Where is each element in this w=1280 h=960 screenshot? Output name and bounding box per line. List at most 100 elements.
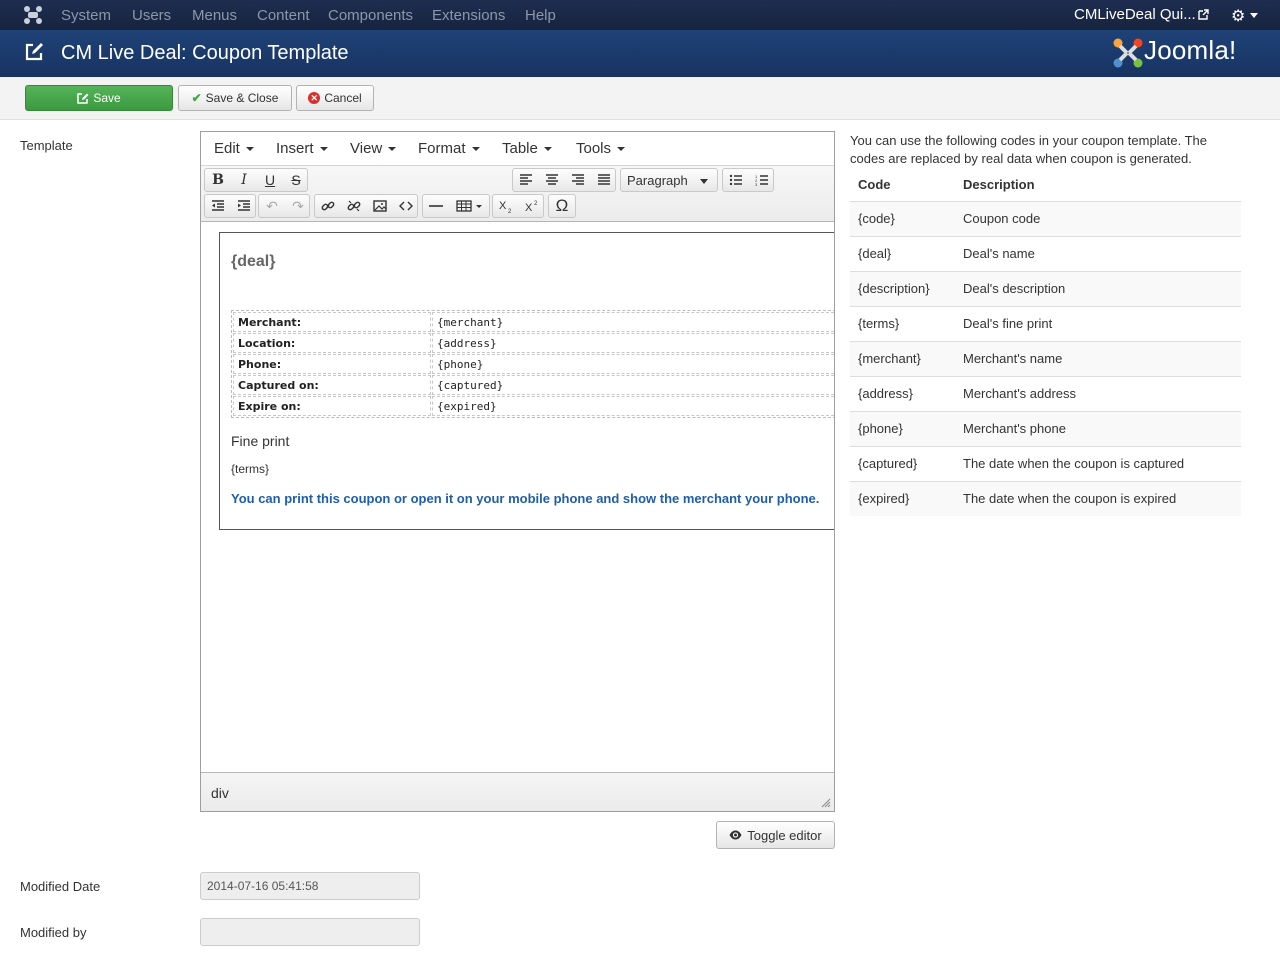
menu-label: Tools xyxy=(576,140,612,157)
chevron-down-icon[interactable] xyxy=(1250,13,1258,18)
chevron-down-icon xyxy=(543,147,552,152)
table-row: Location: {address} xyxy=(233,333,834,353)
chevron-down-icon xyxy=(700,179,708,184)
horizontal-rule-icon[interactable] xyxy=(423,195,449,217)
editor-content[interactable]: {deal} Merchant: {merchant} Location: {add… xyxy=(201,222,834,772)
underline-icon[interactable]: U xyxy=(257,169,283,191)
chevron-down-icon xyxy=(617,147,626,152)
resize-handle-icon[interactable] xyxy=(821,798,831,808)
nav-content[interactable]: Content xyxy=(257,7,310,24)
table-row: Phone: {phone} xyxy=(233,354,834,374)
bold-icon[interactable]: B xyxy=(205,169,231,191)
redo-icon[interactable]: ↷ xyxy=(285,195,311,217)
code-cell: {merchant} xyxy=(850,340,955,376)
code-cell: {code} xyxy=(850,200,955,236)
align-center-icon[interactable] xyxy=(539,169,565,191)
editor-menu-format[interactable]: Format xyxy=(418,140,480,157)
joomla-icon[interactable] xyxy=(22,5,44,25)
code-icon[interactable] xyxy=(393,195,419,217)
indent-icon[interactable] xyxy=(231,195,257,217)
description-header: Description xyxy=(955,168,1241,202)
template-editor[interactable]: Edit Insert View Format Table Tools B I … xyxy=(200,131,835,812)
table-row: {captured} The date when the coupon is ca… xyxy=(850,445,1241,481)
modified-by-field[interactable] xyxy=(200,918,420,946)
svg-text:X: X xyxy=(499,200,507,212)
terms-placeholder: {terms} xyxy=(231,462,270,476)
table-row: Expire on: {expired} xyxy=(233,396,834,416)
description-cell: Merchant's phone xyxy=(955,410,1241,446)
svg-text:X: X xyxy=(525,202,533,213)
description-cell: The date when the coupon is captured xyxy=(955,445,1241,481)
unlink-icon[interactable] xyxy=(341,195,367,217)
element-path[interactable]: div xyxy=(211,785,229,801)
link-icon[interactable] xyxy=(315,195,341,217)
code-cell: {description} xyxy=(850,270,955,306)
edit-icon xyxy=(25,43,43,61)
history-group: ↶ ↷ xyxy=(258,194,310,218)
editor-menu-edit[interactable]: Edit xyxy=(214,140,254,157)
align-right-icon[interactable] xyxy=(565,169,591,191)
italic-icon[interactable]: I xyxy=(231,169,257,191)
strikethrough-icon[interactable]: S xyxy=(283,169,309,191)
block-format-select[interactable]: Paragraph xyxy=(620,168,718,192)
help-intro: You can use the following codes in your … xyxy=(850,133,1208,166)
table-row: {description} Deal's description xyxy=(850,270,1241,306)
image-icon[interactable] xyxy=(367,195,393,217)
cancel-button[interactable]: ✕ Cancel xyxy=(296,85,374,111)
list-group: 123 xyxy=(722,168,774,192)
code-cell: {captured} xyxy=(850,445,955,481)
toggle-editor-button[interactable]: Toggle editor xyxy=(716,821,835,849)
coupon-key: Location: xyxy=(233,333,431,353)
undo-icon[interactable]: ↶ xyxy=(259,195,285,217)
save-close-label: Save & Close xyxy=(205,91,279,105)
editor-menu-table[interactable]: Table xyxy=(502,140,552,157)
numbered-list-icon[interactable]: 123 xyxy=(749,169,775,191)
description-cell: Coupon code xyxy=(955,200,1241,236)
cancel-label: Cancel xyxy=(324,91,362,105)
menu-label: Edit xyxy=(214,140,240,157)
description-cell: Deal's name xyxy=(955,235,1241,271)
save-label: Save xyxy=(93,91,121,105)
nav-system[interactable]: System xyxy=(61,7,111,24)
gear-icon[interactable]: ⚙ xyxy=(1231,6,1245,26)
nav-users[interactable]: Users xyxy=(132,7,171,24)
align-justify-icon[interactable] xyxy=(591,169,617,191)
nav-components[interactable]: Components xyxy=(328,7,413,24)
svg-text:2: 2 xyxy=(534,201,538,207)
save-close-button[interactable]: ✔ Save & Close xyxy=(178,85,292,111)
outdent-icon[interactable] xyxy=(205,195,231,217)
insert-group xyxy=(314,194,418,218)
table-row: {phone} Merchant's phone xyxy=(850,410,1241,446)
superscript-icon[interactable]: X2 xyxy=(519,195,545,217)
coupon-value: {merchant} xyxy=(432,312,834,332)
editor-menu-view[interactable]: View xyxy=(350,140,397,157)
subscript-icon[interactable]: X2 xyxy=(493,195,519,217)
site-link[interactable]: CMLiveDeal Qui... xyxy=(1074,6,1196,23)
indent-group xyxy=(204,194,256,218)
editor-menu-tools[interactable]: Tools xyxy=(576,140,626,157)
modified-date-field[interactable]: 2014-07-16 05:41:58 xyxy=(200,872,420,900)
nav-help[interactable]: Help xyxy=(525,7,556,24)
coupon-table: Merchant: {merchant} Location: {address} P… xyxy=(231,310,834,418)
svg-text:2: 2 xyxy=(508,209,512,213)
coupon-key: Expire on: xyxy=(233,396,431,416)
print-note: You can print this coupon or open it on … xyxy=(231,491,820,506)
cancel-icon: ✕ xyxy=(308,92,321,104)
nav-extensions[interactable]: Extensions xyxy=(432,7,505,24)
format-group: B I U S xyxy=(204,168,308,192)
table-row: {terms} Deal's fine print xyxy=(850,305,1241,341)
coupon-value: {phone} xyxy=(432,354,834,374)
nav-menus[interactable]: Menus xyxy=(192,7,237,24)
table-icon[interactable] xyxy=(451,195,489,217)
table-row: {code} Coupon code xyxy=(850,200,1241,236)
save-button[interactable]: Save xyxy=(25,85,173,111)
editor-menu-insert[interactable]: Insert xyxy=(276,140,328,157)
page-header: CM Live Deal: Coupon Template Joomla! xyxy=(0,30,1280,77)
align-left-icon[interactable] xyxy=(513,169,539,191)
align-group xyxy=(512,168,616,192)
table-group xyxy=(422,194,490,218)
coupon-key: Captured on: xyxy=(233,375,431,395)
bullet-list-icon[interactable] xyxy=(723,169,749,191)
modified-by-label: Modified by xyxy=(20,925,87,940)
omega-icon[interactable]: Ω xyxy=(549,195,575,217)
